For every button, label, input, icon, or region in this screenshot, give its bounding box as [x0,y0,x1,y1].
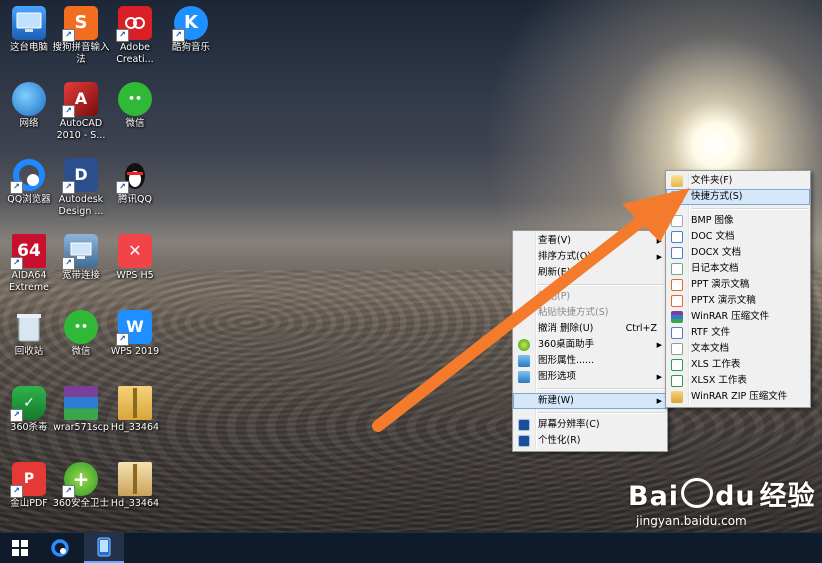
taskbar-qq-browser[interactable] [40,533,80,563]
taskbar-phone-app[interactable] [84,533,124,563]
windows-start-icon [12,540,28,556]
start-button[interactable] [0,533,40,563]
baidu-paw-icon [681,478,714,508]
qq-browser-icon [51,539,69,557]
watermark-url: jingyan.baidu.com [636,514,747,528]
annotation-arrow [372,188,690,432]
taskbar [0,532,822,563]
watermark-brand: Bai [628,481,680,512]
watermark-brand-cn: 经验 [759,481,816,512]
watermark-brand-mid: du [715,481,756,512]
phone-app-icon [97,537,111,557]
